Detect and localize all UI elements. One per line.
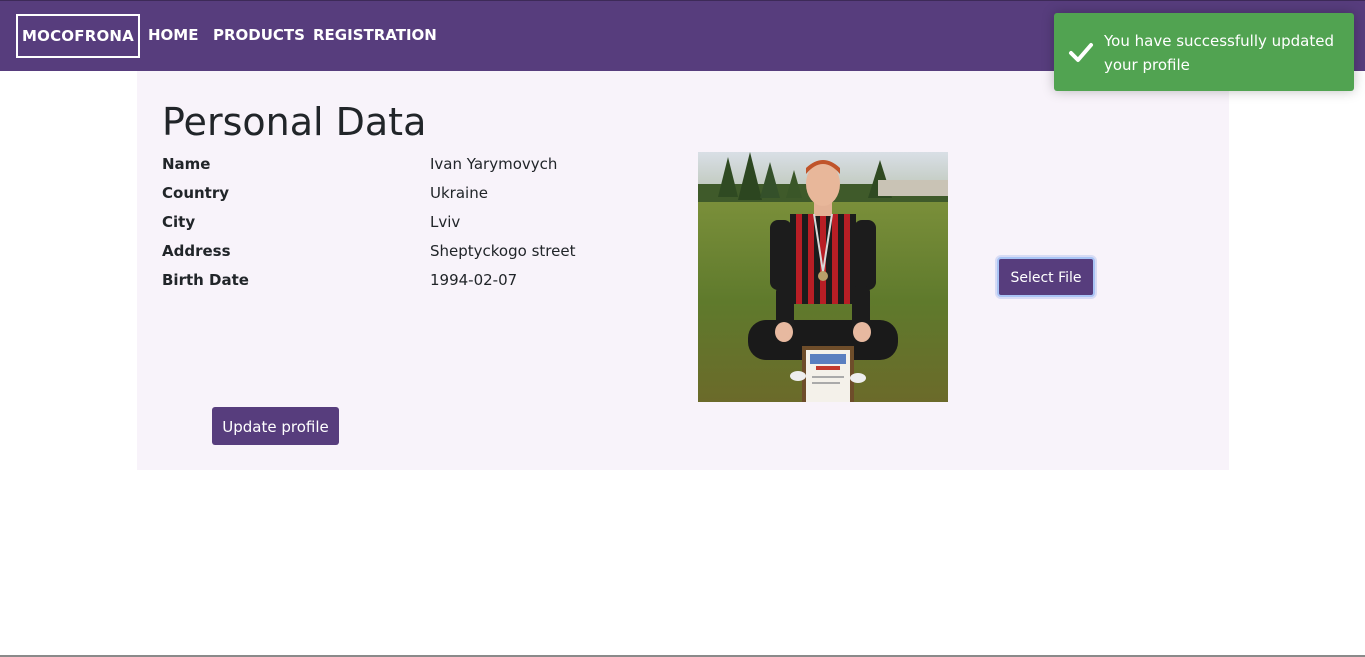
nav-home[interactable]: HOME [148, 25, 198, 45]
value-address: Sheptyckogo street [430, 242, 576, 260]
value-city: Lviv [430, 213, 461, 231]
label-country: Country [162, 184, 230, 202]
select-file-button[interactable]: Select File [997, 257, 1095, 297]
label-birth-date: Birth Date [162, 271, 249, 289]
page-title: Personal Data [162, 100, 427, 144]
label-city: City [162, 213, 196, 231]
value-country: Ukraine [430, 184, 488, 202]
brand-logo[interactable]: MOCOFRONA [16, 14, 140, 58]
label-name: Name [162, 155, 211, 173]
checkmark-icon [1068, 39, 1094, 65]
profile-photo [698, 152, 948, 402]
nav-products[interactable]: PRODUCTS [213, 25, 305, 45]
value-name: Ivan Yarymovych [430, 155, 558, 173]
nav-registration[interactable]: REGISTRATION [313, 25, 437, 45]
update-profile-button[interactable]: Update profile [212, 407, 339, 445]
value-birth-date: 1994-02-07 [430, 271, 518, 289]
label-address: Address [162, 242, 231, 260]
success-toast[interactable]: You have successfully updated your profi… [1054, 13, 1354, 91]
toast-message: You have successfully updated your profi… [1104, 32, 1335, 74]
profile-photo-image [698, 152, 948, 402]
